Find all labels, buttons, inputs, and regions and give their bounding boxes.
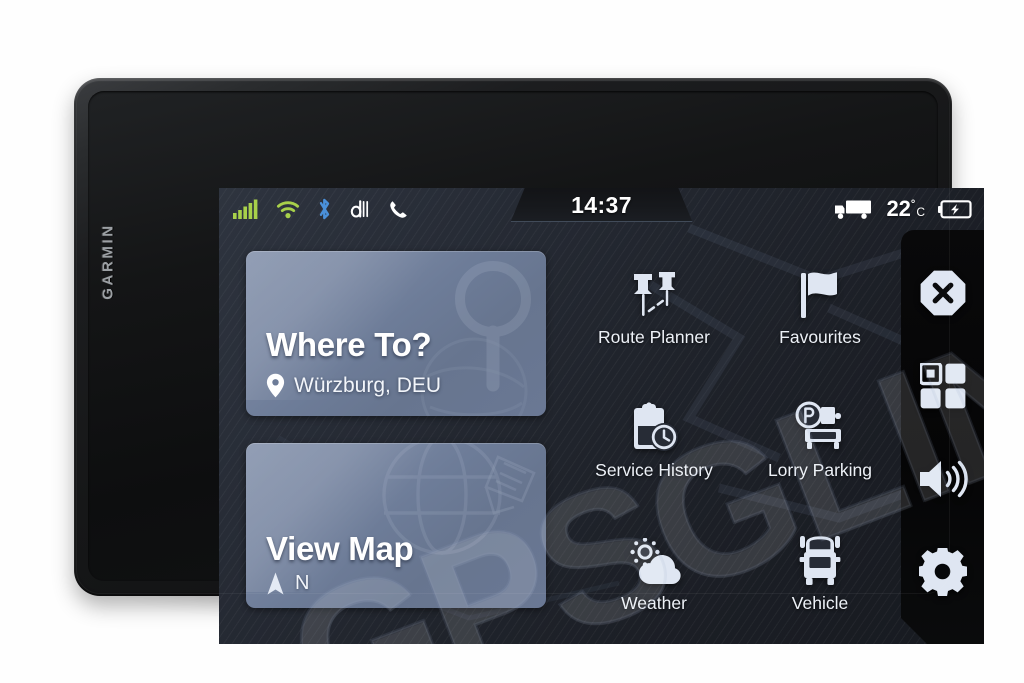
garmin-logo-text: GARMIN	[99, 222, 117, 300]
lorry-profile-icon	[835, 200, 872, 219]
status-bar: 14:37 22°C	[219, 188, 984, 230]
app-lorry-parking-label: Lorry Parking	[767, 459, 873, 480]
temperature-degree: °	[910, 198, 916, 211]
garmin-dezl-device: GARMIN 14:37 22°C Where To? Würzburg, DE…	[74, 78, 984, 644]
wifi-icon	[276, 200, 300, 218]
apps-button[interactable]	[901, 339, 984, 432]
clock-time: 14:37	[571, 192, 632, 218]
octagon-x-icon	[919, 269, 967, 317]
phone-icon	[390, 200, 407, 218]
screenshot-stage: GARMIN 14:37 22°C Where To? Würzburg, DE…	[0, 0, 1024, 683]
cellular-signal-icon	[233, 199, 258, 219]
gear-icon	[919, 548, 967, 596]
app-service-history[interactable]: Service History	[571, 371, 737, 504]
sun-cloud-icon	[625, 528, 683, 588]
clipboard-clock-icon	[627, 395, 681, 455]
flag-icon	[794, 262, 846, 322]
view-map-subtitle-row: N	[266, 571, 309, 596]
battery-charging-icon	[938, 199, 972, 218]
app-favourites-label: Favourites	[779, 326, 861, 347]
temperature-display: 22°C	[886, 196, 925, 222]
parking-lorry-icon	[791, 395, 849, 455]
volume-button[interactable]	[901, 432, 984, 525]
view-map-subtitle: N	[295, 572, 310, 594]
where-to-subtitle: Würzburg, DEU	[294, 373, 442, 397]
where-to-subtitle-row: Würzburg, DEU	[266, 373, 441, 398]
garmin-logo: GARMIN	[96, 186, 120, 336]
grid-squares-icon	[920, 363, 966, 409]
temperature-value: 22	[886, 196, 911, 221]
dezl-app-icon	[350, 200, 369, 218]
view-map-card[interactable]: View Map N	[246, 443, 546, 608]
lorry-front-icon	[796, 528, 844, 588]
app-vehicle-label: Vehicle	[791, 593, 849, 614]
device-screen: 14:37 22°C Where To? Würzburg, DEU View …	[219, 188, 984, 644]
map-pin-icon	[266, 373, 285, 398]
where-to-card[interactable]: Where To? Würzburg, DEU	[246, 251, 546, 416]
status-bar-right-icons: 22°C	[833, 196, 972, 222]
view-map-title: View Map	[266, 530, 414, 567]
app-lorry-parking[interactable]: Lorry Parking	[737, 371, 903, 504]
app-weather-label: Weather	[621, 593, 687, 614]
app-weather[interactable]: Weather	[571, 505, 737, 638]
app-route-planner[interactable]: Route Planner	[571, 238, 737, 371]
status-bar-left-icons	[233, 196, 409, 222]
app-grid: Route Planner Favourites Service History…	[571, 238, 903, 638]
speaker-volume-icon	[918, 458, 968, 500]
app-service-history-label: Service History	[595, 459, 713, 480]
bluetooth-icon	[319, 198, 330, 220]
settings-button[interactable]	[901, 525, 984, 618]
app-favourites[interactable]: Favourites	[737, 238, 903, 371]
north-arrow-icon	[267, 572, 284, 595]
app-vehicle[interactable]: Vehicle	[737, 505, 903, 638]
app-route-planner-label: Route Planner	[598, 326, 710, 347]
where-to-title: Where To?	[266, 326, 432, 363]
right-sidebar	[901, 230, 984, 644]
temperature-unit: C	[916, 205, 925, 219]
stop-button[interactable]	[901, 246, 984, 339]
two-pushpins-icon	[626, 262, 682, 322]
